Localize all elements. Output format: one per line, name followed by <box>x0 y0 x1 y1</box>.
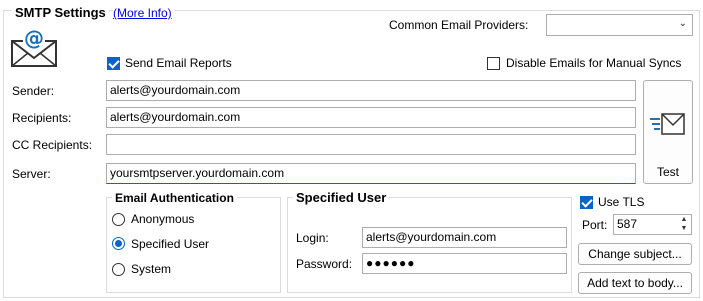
email-at-icon: @ <box>10 26 58 68</box>
sender-label: Sender: <box>12 84 55 98</box>
disable-manual-label: Disable Emails for Manual Syncs <box>506 56 682 70</box>
email-auth-title: Email Authentication <box>112 191 237 205</box>
test-button-label: Test <box>656 165 679 179</box>
radio-system-label: System <box>131 262 172 276</box>
add-text-body-button[interactable]: Add text to body... <box>578 272 692 294</box>
common-providers-label: Common Email Providers: <box>389 18 529 32</box>
send-reports-label: Send Email Reports <box>125 56 232 70</box>
port-up-icon[interactable]: ▲ <box>678 215 690 224</box>
port-value: 587 <box>617 217 638 231</box>
common-providers-select[interactable]: ⌄ <box>546 14 693 36</box>
smtp-settings-title: SMTP Settings <box>12 5 109 20</box>
radio-anonymous[interactable] <box>112 213 125 226</box>
more-info-link[interactable]: (More Info) <box>113 6 175 20</box>
radio-specified-user[interactable] <box>112 237 125 250</box>
change-subject-button[interactable]: Change subject... <box>578 243 692 265</box>
port-label: Port: <box>582 218 608 232</box>
use-tls-label: Use TLS <box>598 195 645 209</box>
login-input[interactable]: alerts@yourdomain.com <box>362 227 567 248</box>
disable-manual-checkbox[interactable] <box>487 57 500 70</box>
chevron-down-icon: ⌄ <box>678 18 687 29</box>
radio-system[interactable] <box>112 263 125 276</box>
recipients-input[interactable]: alerts@yourdomain.com <box>106 107 636 128</box>
svg-text:@: @ <box>24 28 44 50</box>
test-button[interactable]: Test <box>643 80 693 184</box>
cc-recipients-input[interactable] <box>106 134 636 155</box>
use-tls-checkbox[interactable] <box>580 196 593 209</box>
radio-specified-user-label: Specified User <box>131 237 210 251</box>
recipients-label: Recipients: <box>12 111 72 125</box>
radio-anonymous-label: Anonymous <box>131 212 195 226</box>
password-label: Password: <box>296 257 353 271</box>
server-input[interactable]: yoursmtpserver.yourdomain.com <box>106 163 636 184</box>
port-down-icon[interactable]: ▼ <box>678 224 690 233</box>
specified-user-title: Specified User <box>293 190 390 205</box>
cc-recipients-label: CC Recipients: <box>12 138 93 152</box>
server-label: Server: <box>12 167 51 181</box>
password-input[interactable]: ●●●●●● <box>362 253 567 274</box>
login-label: Login: <box>296 231 329 245</box>
send-reports-checkbox[interactable] <box>107 57 120 70</box>
sender-input[interactable]: alerts@yourdomain.com <box>106 80 636 101</box>
send-mail-icon <box>650 111 688 142</box>
